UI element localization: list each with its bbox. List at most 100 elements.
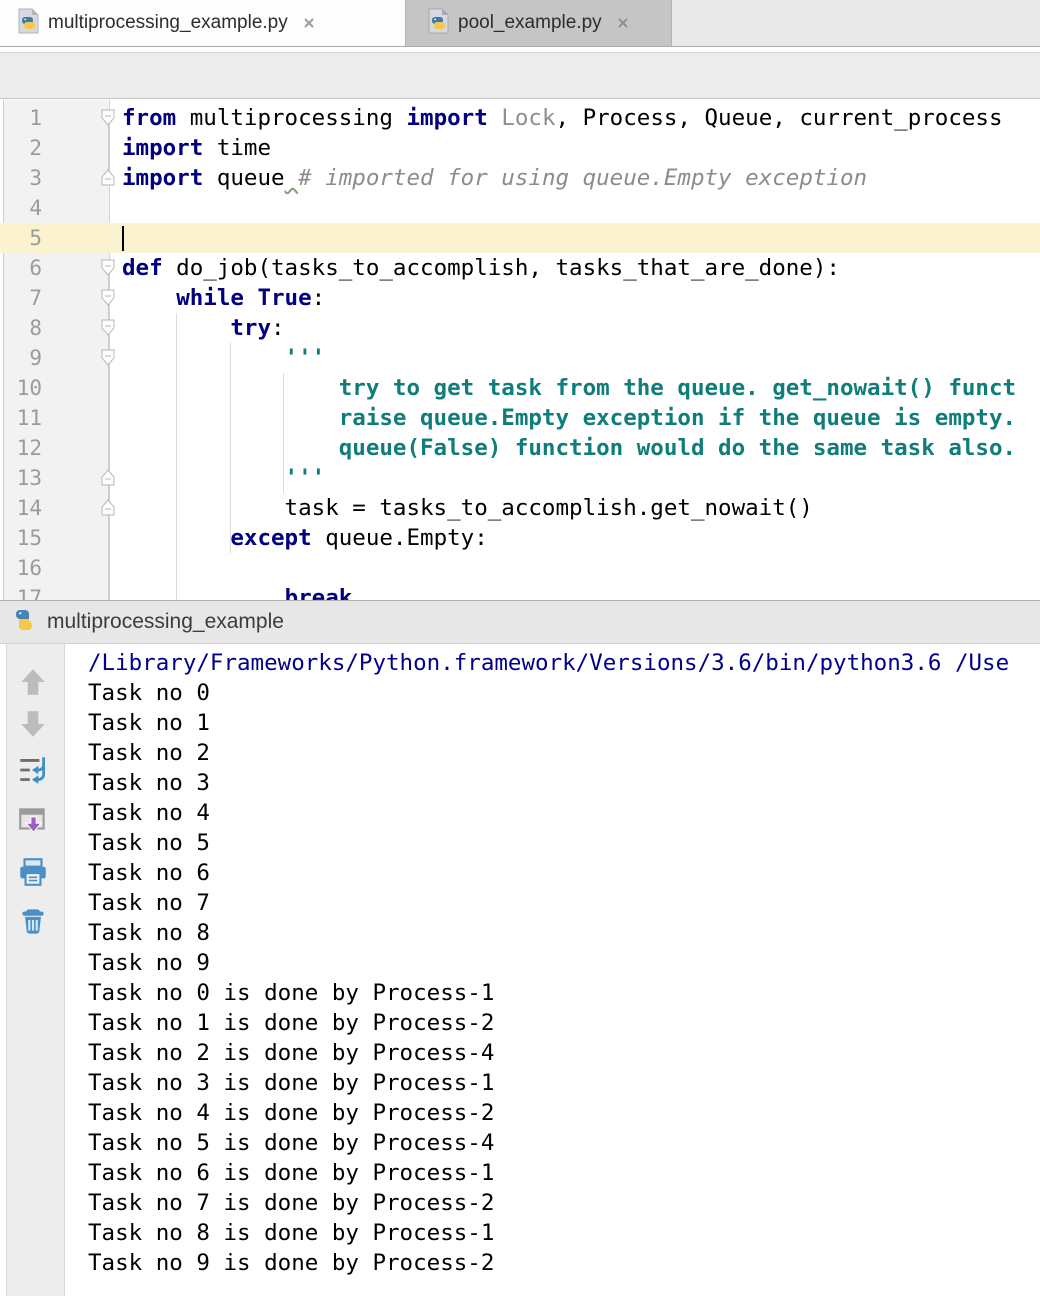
code-segment	[488, 105, 502, 131]
code-segment: try to get task from the queue. get_nowa…	[122, 375, 1016, 401]
code-line-14[interactable]: task = tasks_to_accomplish.get_nowait()	[122, 493, 813, 523]
code-segment: , Process, Queue, current_process	[556, 105, 1003, 131]
line-number-14: 14	[0, 493, 42, 523]
code-line-1[interactable]: from multiprocessing import Lock, Proces…	[122, 103, 1003, 133]
code-line-7[interactable]: while True:	[122, 283, 325, 313]
fold-marker-line-14[interactable]	[100, 499, 116, 516]
console-line: Task no 1 is done by Process-2	[88, 1008, 494, 1038]
code-segment: break	[285, 585, 353, 600]
console-line: /Library/Frameworks/Python.framework/Ver…	[88, 648, 1009, 678]
code-segment: do_job(tasks_to_accomplish, tasks_that_a…	[163, 255, 840, 281]
line-number-6: 6	[0, 253, 42, 283]
console-line: Task no 2	[88, 738, 210, 768]
console-line: Task no 9 is done by Process-2	[88, 1248, 494, 1278]
line-number-15: 15	[0, 523, 42, 553]
console-line: Task no 5	[88, 828, 210, 858]
console-line: Task no 2 is done by Process-4	[88, 1038, 494, 1068]
line-number-5: 5	[0, 223, 42, 253]
code-segment: Lock	[501, 105, 555, 131]
line-number-3: 3	[0, 163, 42, 193]
code-segment: def	[122, 255, 163, 281]
console-line: Task no 9	[88, 948, 210, 978]
code-segment: raise queue.Empty exception if the queue…	[122, 405, 1016, 431]
console-line: Task no 3 is done by Process-1	[88, 1068, 494, 1098]
print-button[interactable]	[16, 855, 50, 889]
console-line: Task no 7 is done by Process-2	[88, 1188, 494, 1218]
code-segment	[122, 285, 176, 311]
console-line: Task no 8	[88, 918, 210, 948]
tab-close-icon[interactable]	[615, 15, 631, 31]
scroll-up-button[interactable]	[16, 665, 50, 699]
run-panel-header[interactable]: multiprocessing_example	[0, 600, 1040, 644]
console-line: Task no 0	[88, 678, 210, 708]
text-caret	[122, 226, 124, 251]
code-segment	[244, 285, 258, 311]
console-line: Task no 3	[88, 768, 210, 798]
line-number-2: 2	[0, 133, 42, 163]
code-segment: while	[176, 285, 244, 311]
code-segment: queue(False) function would do the same …	[122, 435, 1016, 461]
line-number-11: 11	[0, 403, 42, 433]
code-line-10[interactable]: try to get task from the queue. get_nowa…	[122, 373, 1016, 403]
line-number-10: 10	[0, 373, 42, 403]
tab-label: pool_example.py	[458, 12, 602, 34]
line-number-1: 1	[0, 103, 42, 133]
python-file-icon	[425, 8, 451, 39]
console-line: Task no 7	[88, 888, 210, 918]
code-segment: multiprocessing	[176, 105, 406, 131]
code-line-9[interactable]: '''	[122, 343, 325, 373]
fold-marker-line-13[interactable]	[100, 469, 116, 486]
line-number-17: 17	[0, 583, 42, 600]
clear-all-button[interactable]	[16, 903, 50, 937]
code-line-8[interactable]: try:	[122, 313, 285, 343]
code-segment: import	[122, 165, 203, 191]
console-line: Task no 4 is done by Process-2	[88, 1098, 494, 1128]
code-segment: from	[122, 105, 176, 131]
code-line-5[interactable]	[122, 223, 124, 253]
code-editor[interactable]: 1234567891011121314151617 from multiproc…	[0, 100, 1040, 600]
fold-marker-line-1[interactable]	[100, 109, 116, 126]
code-line-11[interactable]: raise queue.Empty exception if the queue…	[122, 403, 1016, 433]
line-number-8: 8	[0, 313, 42, 343]
fold-marker-line-7[interactable]	[100, 289, 116, 306]
code-segment: :	[271, 315, 285, 341]
code-line-12[interactable]: queue(False) function would do the same …	[122, 433, 1016, 463]
tab-close-icon[interactable]	[301, 15, 317, 31]
console-line: Task no 5 is done by Process-4	[88, 1128, 494, 1158]
soft-wrap-button[interactable]	[16, 753, 50, 787]
python-icon	[12, 608, 36, 637]
code-line-17[interactable]: break	[122, 583, 352, 600]
code-segment: True	[257, 285, 311, 311]
scroll-down-button[interactable]	[16, 707, 50, 741]
code-line-2[interactable]: import time	[122, 133, 271, 163]
tab-multiprocessing-example[interactable]: multiprocessing_example.py	[0, 0, 406, 46]
line-number-13: 13	[0, 463, 42, 493]
editor-tab-bar: multiprocessing_example.py pool_example.…	[0, 0, 1040, 47]
fold-marker-line-6[interactable]	[100, 259, 116, 276]
scroll-to-end-button[interactable]	[16, 803, 50, 837]
code-line-13[interactable]: '''	[122, 463, 325, 493]
code-segment: '''	[122, 465, 325, 491]
tab-label: multiprocessing_example.py	[48, 12, 288, 34]
code-line-15[interactable]: except queue.Empty:	[122, 523, 488, 553]
code-line-3[interactable]: import queue # imported for using queue.…	[122, 163, 867, 193]
current-line-highlight	[0, 223, 1040, 253]
fold-marker-line-9[interactable]	[100, 349, 116, 366]
console-toolbar	[6, 644, 65, 1296]
fold-marker-line-3[interactable]	[100, 169, 116, 186]
code-segment: time	[203, 135, 271, 161]
line-number-9: 9	[0, 343, 42, 373]
code-line-6[interactable]: def do_job(tasks_to_accomplish, tasks_th…	[122, 253, 840, 283]
console-line: Task no 8 is done by Process-1	[88, 1218, 494, 1248]
code-segment: except	[230, 525, 311, 551]
tab-pool-example[interactable]: pool_example.py	[406, 0, 672, 46]
fold-marker-line-8[interactable]	[100, 319, 116, 336]
code-segment: try	[230, 315, 271, 341]
console-line: Task no 1	[88, 708, 210, 738]
code-segment: queue.Empty:	[312, 525, 488, 551]
line-number-16: 16	[0, 553, 42, 583]
console-line: Task no 0 is done by Process-1	[88, 978, 494, 1008]
code-segment	[285, 165, 299, 191]
ide-window: multiprocessing_example.py pool_example.…	[0, 0, 1040, 1296]
console-line: Task no 6	[88, 858, 210, 888]
